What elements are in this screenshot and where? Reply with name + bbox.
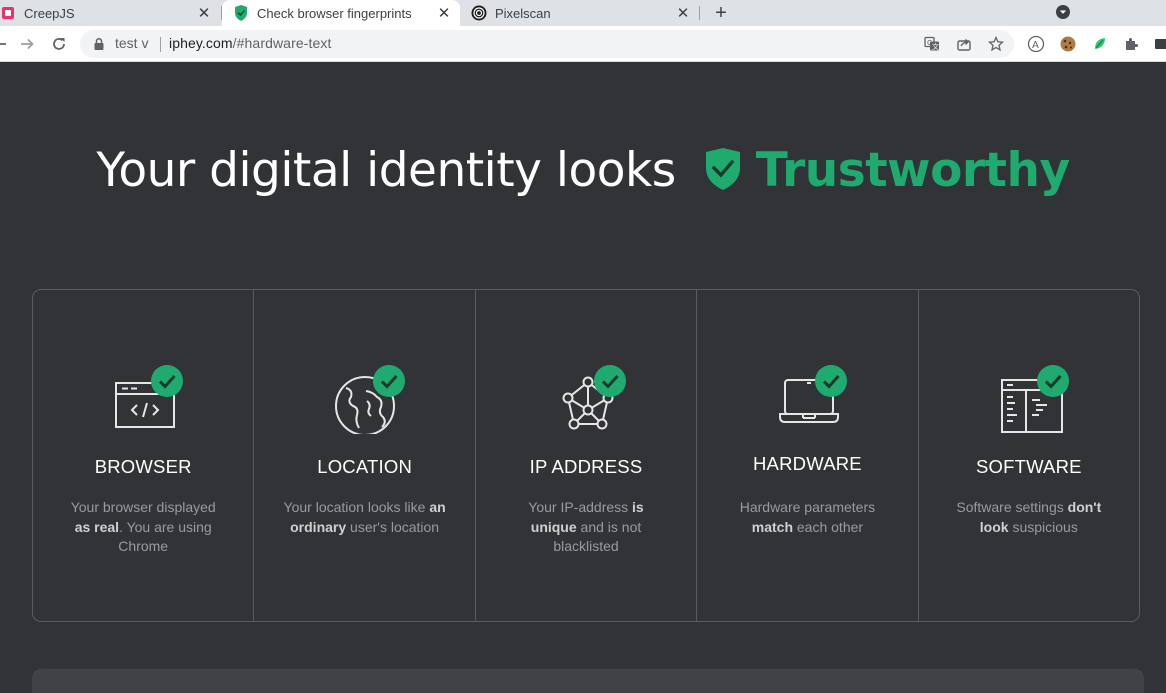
globe-icon (320, 364, 410, 444)
pixelscan-icon (471, 5, 487, 21)
next-section-panel (32, 669, 1144, 693)
check-badge-icon (151, 365, 184, 397)
headline-text: Your digital identity looks (96, 143, 676, 198)
card-title: IP ADDRESS (529, 456, 643, 477)
card-title: BROWSER (94, 456, 192, 477)
reload-icon[interactable] (47, 32, 71, 56)
creepjs-icon (0, 5, 16, 21)
extension-leaf-icon[interactable] (1090, 34, 1110, 54)
card-description: Hardware parameters match each other (739, 499, 876, 535)
forward-arrow-icon[interactable] (15, 32, 39, 56)
card-description: Your IP-address is unique and is not bla… (528, 499, 644, 554)
emphasis-text: match (751, 518, 793, 535)
tab-title: Check browser fingerprints (257, 5, 412, 21)
card-title: LOCATION (317, 456, 412, 477)
shield-check-icon (704, 147, 742, 190)
browser-code-icon (98, 364, 188, 444)
tab-creepjs[interactable]: CreepJS ✕ (0, 0, 220, 26)
url-text[interactable]: iphey.com/#hardware-text (169, 35, 331, 51)
close-icon[interactable]: ✕ (675, 5, 691, 22)
software-window-icon (984, 364, 1074, 444)
check-card-ip-address: IP ADDRESS Your IP-address is unique and… (476, 290, 698, 621)
url-path: /#hardware-text (232, 35, 332, 51)
new-tab-plus-icon[interactable]: + (709, 1, 733, 25)
tab-title: Pixelscan (495, 5, 551, 21)
tab-divider (699, 6, 700, 20)
laptop-icon (762, 364, 852, 444)
close-icon[interactable]: ✕ (436, 5, 452, 22)
svg-text:文: 文 (932, 42, 939, 51)
check-card-software: SOFTWARE Software settings don't look su… (919, 290, 1139, 621)
close-icon[interactable]: ✕ (196, 5, 212, 22)
card-description: Your browser displayed as real. You are … (70, 499, 216, 554)
tab-search-chevron-icon[interactable] (1053, 2, 1073, 22)
card-description: Software settings don't look suspicious (956, 499, 1102, 535)
cookie-icon[interactable] (1058, 34, 1078, 54)
svg-text:A: A (1032, 40, 1039, 51)
extension-a-icon[interactable]: A (1026, 34, 1046, 54)
check-badge-icon (594, 365, 627, 397)
iphey-shield-icon (233, 5, 249, 21)
translate-icon[interactable]: G文 (922, 34, 942, 54)
share-icon[interactable] (954, 34, 974, 54)
profile-chip[interactable]: test v (115, 35, 148, 51)
extension-bar-icon[interactable] (1152, 34, 1166, 54)
check-card-location: LOCATION Your location looks like an ord… (254, 290, 476, 621)
browser-toolbar: test v iphey.com/#hardware-text G文 A (0, 26, 1166, 62)
extensions-puzzle-icon[interactable] (1122, 34, 1142, 54)
tab-pixelscan[interactable]: Pixelscan ✕ (461, 0, 699, 26)
back-arrow-icon[interactable] (0, 32, 12, 56)
page-headline: Your digital identity looks Trustworthy (0, 143, 1166, 198)
check-badge-icon (372, 365, 405, 397)
page-content: Your digital identity looks Trustworthy B… (0, 63, 1166, 693)
tab-strip: CreepJS ✕ Check browser fingerprints ✕ P… (0, 0, 1166, 26)
emphasis-text: an ordinary (290, 499, 446, 535)
address-bar[interactable]: test v iphey.com/#hardware-text G文 (80, 30, 1014, 58)
tab-check-browser-fingerprints[interactable]: Check browser fingerprints ✕ (222, 0, 460, 26)
lock-icon[interactable] (92, 37, 106, 51)
check-card-hardware: HARDWARE Hardware parameters match each … (697, 290, 919, 621)
emphasis-text: don't look (979, 499, 1102, 535)
card-title: HARDWARE (753, 453, 862, 474)
check-badge-icon (815, 365, 848, 397)
check-badge-icon (1036, 365, 1069, 397)
emphasis-text: as real (74, 518, 120, 535)
checks-panel: BROWSER Your browser displayed as real. … (32, 289, 1140, 622)
emphasis-text: is unique (530, 499, 644, 535)
omnibox-divider (160, 37, 161, 52)
check-card-browser: BROWSER Your browser displayed as real. … (33, 290, 255, 621)
card-description: Your location looks like an ordinary use… (283, 499, 446, 535)
trust-verdict: Trustworthy (755, 143, 1070, 198)
tab-title: CreepJS (24, 5, 75, 21)
card-title: SOFTWARE (975, 456, 1082, 477)
bookmark-star-icon[interactable] (986, 34, 1006, 54)
url-host: iphey.com (169, 35, 233, 51)
network-icon (541, 364, 631, 444)
